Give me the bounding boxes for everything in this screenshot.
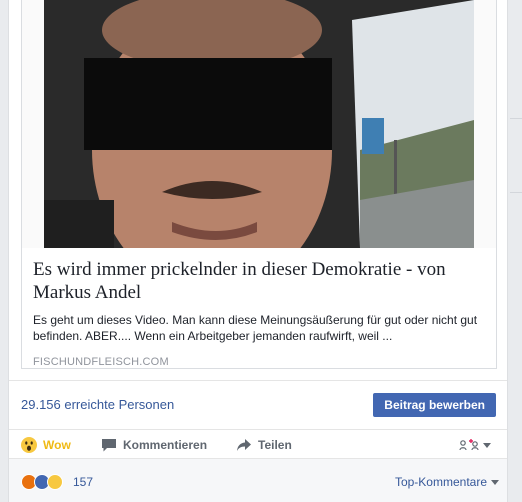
link-domain: FISCHUNDFLEISCH.COM [33, 356, 169, 368]
link-preview[interactable]: Es wird immer prickelnder in dieser Demo… [21, 0, 497, 369]
audience-icon [459, 439, 479, 451]
action-bar: Wow Kommentieren Teilen [9, 430, 507, 458]
wow-icon [21, 437, 37, 453]
link-title[interactable]: Es wird immer prickelnder in dieser Demo… [33, 258, 488, 304]
reach-row: 29.156 erreichte Personen Beitrag bewerb… [9, 381, 507, 429]
share-icon [237, 439, 251, 451]
video-still-icon [22, 0, 496, 248]
chevron-down-icon [491, 479, 499, 485]
divider [510, 192, 522, 193]
wow-reaction-button[interactable]: Wow [21, 436, 71, 454]
share-button[interactable]: Teilen [236, 436, 292, 454]
comment-label: Kommentieren [123, 438, 208, 452]
right-gutter [510, 0, 522, 502]
reaction-count[interactable]: 157 [73, 475, 93, 489]
link-description: Es geht um dieses Video. Man kann diese … [33, 313, 478, 343]
boost-post-button[interactable]: Beitrag bewerben [373, 393, 496, 417]
wow-label: Wow [43, 438, 71, 452]
wow-icon [47, 474, 63, 490]
audience-selector[interactable] [459, 436, 491, 454]
comment-sort-dropdown[interactable]: Top-Kommentare [395, 475, 499, 489]
reach-count[interactable]: 29.156 erreichte Personen [21, 397, 174, 412]
reaction-icons[interactable] [21, 474, 63, 490]
comment-button[interactable]: Kommentieren [101, 436, 207, 454]
video-thumbnail[interactable] [22, 0, 496, 248]
comment-icon [102, 439, 116, 452]
post-card: Es wird immer prickelnder in dieser Demo… [8, 0, 508, 502]
reactions-summary: 157 Top-Kommentare [9, 458, 507, 502]
chevron-down-icon [483, 442, 491, 448]
sort-label: Top-Kommentare [394, 475, 487, 489]
share-label: Teilen [258, 438, 292, 452]
divider [510, 118, 522, 119]
